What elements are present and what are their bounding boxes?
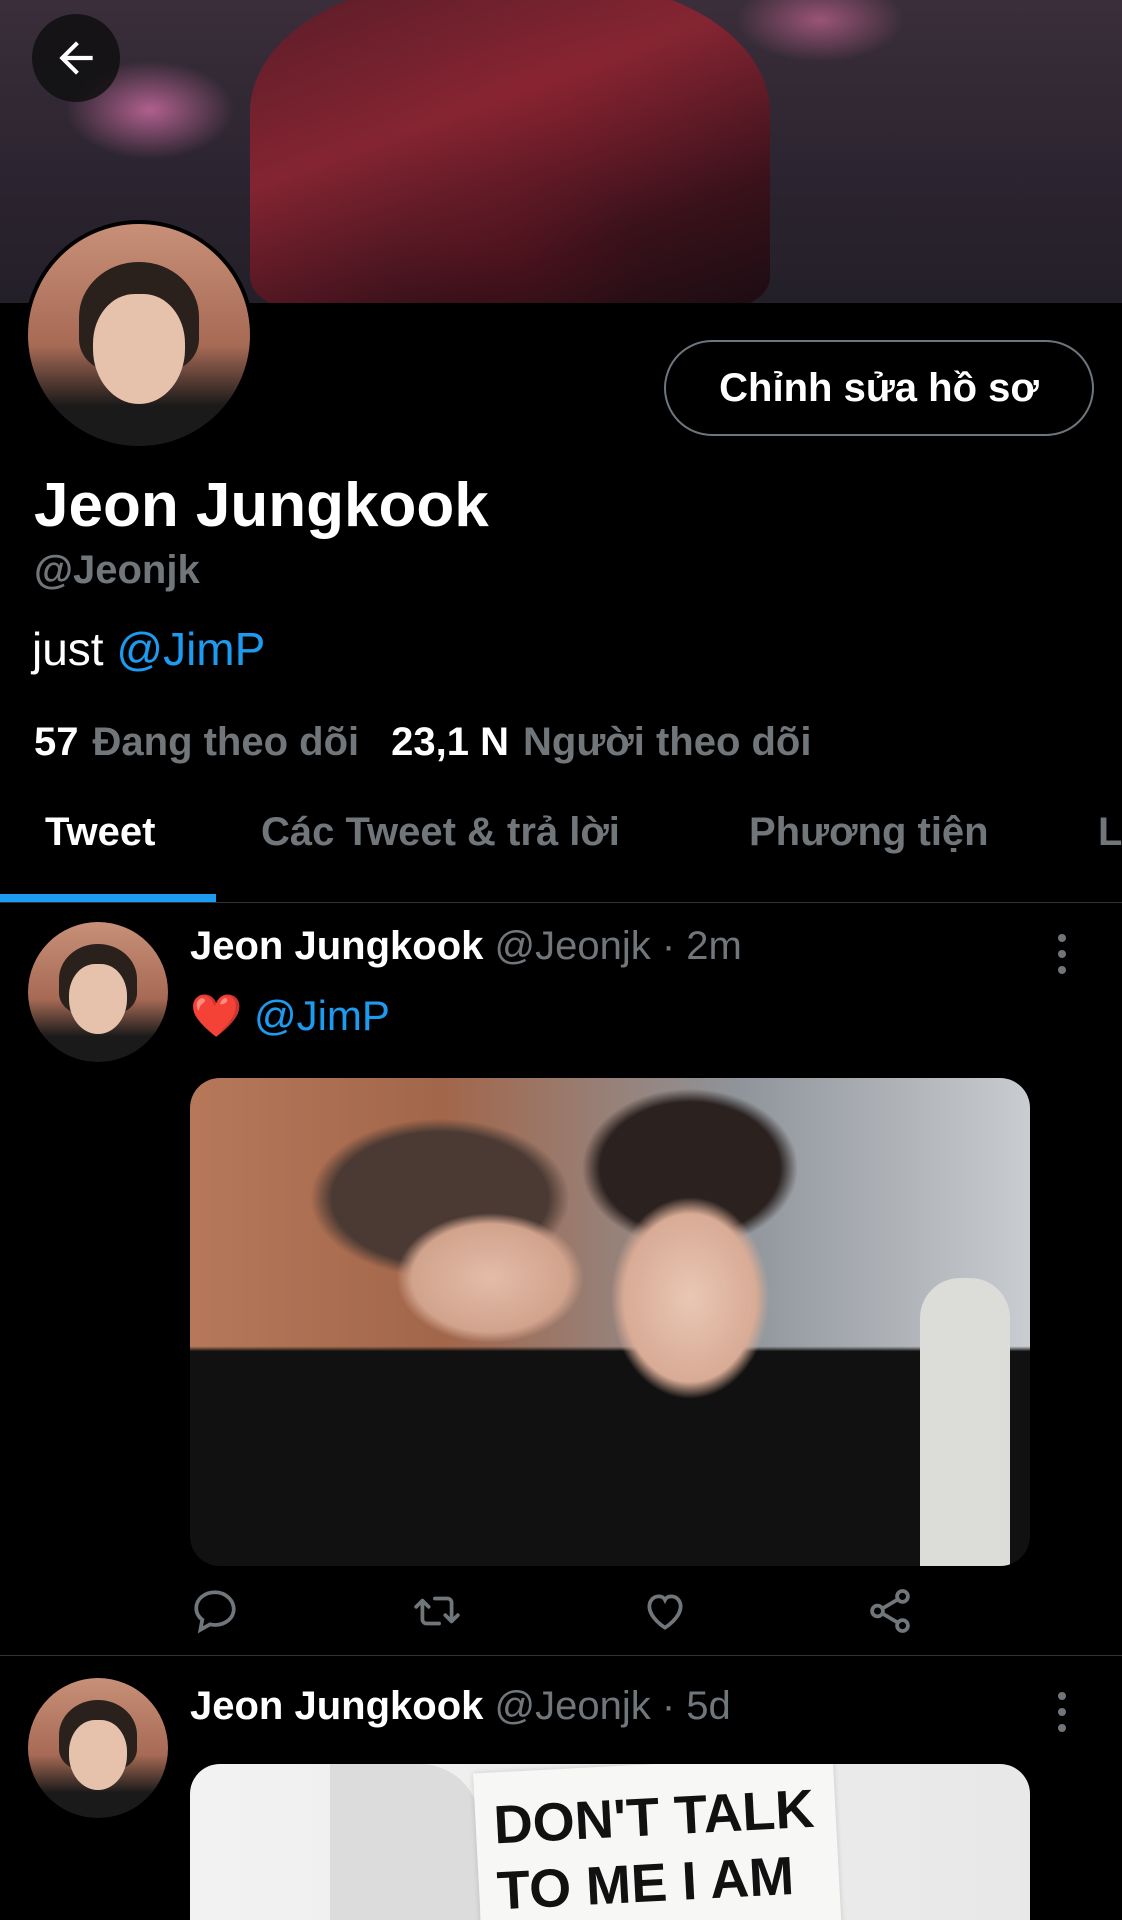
bio-text: just	[32, 623, 117, 675]
image-person-shape	[330, 1764, 480, 1920]
tweet-image[interactable]: DON'T TALK TO ME I AM	[190, 1764, 1030, 1920]
tweet-item[interactable]: Jeon Jungkook @Jeonjk · 5d DON'T TALK TO…	[0, 1656, 1122, 1920]
tab-tweets[interactable]: Tweet	[45, 810, 155, 855]
tweet-avatar[interactable]	[28, 922, 168, 1062]
tweet-meta: @Jeonjk · 2m	[494, 924, 742, 968]
tweet-header: Jeon Jungkook @Jeonjk · 2m	[190, 924, 742, 969]
tab-media[interactable]: Phương tiện	[749, 810, 989, 855]
reply-icon[interactable]	[190, 1586, 240, 1636]
tweet-author-name[interactable]: Jeon Jungkook	[190, 1684, 483, 1728]
following-label[interactable]: Đang theo dõi	[93, 720, 360, 765]
tweet-avatar[interactable]	[28, 1678, 168, 1818]
more-options-icon[interactable]	[1052, 932, 1072, 976]
followers-label[interactable]: Người theo dõi	[523, 720, 811, 765]
tab-likes[interactable]: L	[1098, 810, 1122, 855]
tweet-header: Jeon Jungkook @Jeonjk · 5d	[190, 1684, 731, 1729]
back-button[interactable]	[32, 14, 120, 102]
sign-text-line2: TO ME I AM	[495, 1845, 796, 1920]
followers-count[interactable]: 23,1 N	[391, 720, 509, 765]
profile-stats: 57 Đang theo dõi 23,1 N Người theo dõi	[34, 720, 829, 765]
profile-handle: @Jeonjk	[34, 548, 200, 592]
tweet-image[interactable]	[190, 1078, 1030, 1566]
more-options-icon[interactable]	[1052, 1690, 1072, 1734]
profile-avatar[interactable]	[24, 220, 254, 450]
sign-board: DON'T TALK TO ME I AM	[473, 1764, 843, 1920]
avatar-face	[69, 1720, 127, 1790]
tweet-text: ❤️ @JimP	[190, 992, 390, 1041]
tweet-meta: @Jeonjk · 5d	[494, 1684, 731, 1728]
banner-figure	[250, 0, 770, 303]
profile-name: Jeon Jungkook	[34, 471, 489, 540]
profile-bio: just @JimP	[32, 622, 265, 676]
share-icon[interactable]	[865, 1586, 915, 1636]
heart-emoji: ❤️	[190, 992, 243, 1039]
bio-mention-link[interactable]: @JimP	[116, 623, 265, 675]
active-tab-indicator	[0, 894, 216, 902]
tweet-mention-link[interactable]: @JimP	[254, 992, 390, 1039]
image-background-person	[920, 1278, 1010, 1566]
tab-tweets-replies[interactable]: Các Tweet & trả lời	[261, 810, 620, 855]
avatar-face	[69, 964, 127, 1034]
edit-profile-button[interactable]: Chỉnh sửa hồ sơ	[664, 340, 1094, 436]
avatar-face	[93, 294, 185, 404]
sign-text-line1: DON'T TALK	[492, 1778, 816, 1856]
retweet-icon[interactable]	[412, 1586, 462, 1636]
tweet-actions	[190, 1586, 940, 1646]
tweet-author-name[interactable]: Jeon Jungkook	[190, 924, 483, 968]
like-icon[interactable]	[640, 1586, 690, 1636]
tweet-item[interactable]: Jeon Jungkook @Jeonjk · 2m ❤️ @JimP	[0, 902, 1122, 1654]
profile-tabs: Tweet Các Tweet & trả lời Phương tiện L	[0, 780, 1122, 903]
following-count[interactable]: 57	[34, 720, 79, 765]
arrow-left-icon	[59, 41, 93, 75]
